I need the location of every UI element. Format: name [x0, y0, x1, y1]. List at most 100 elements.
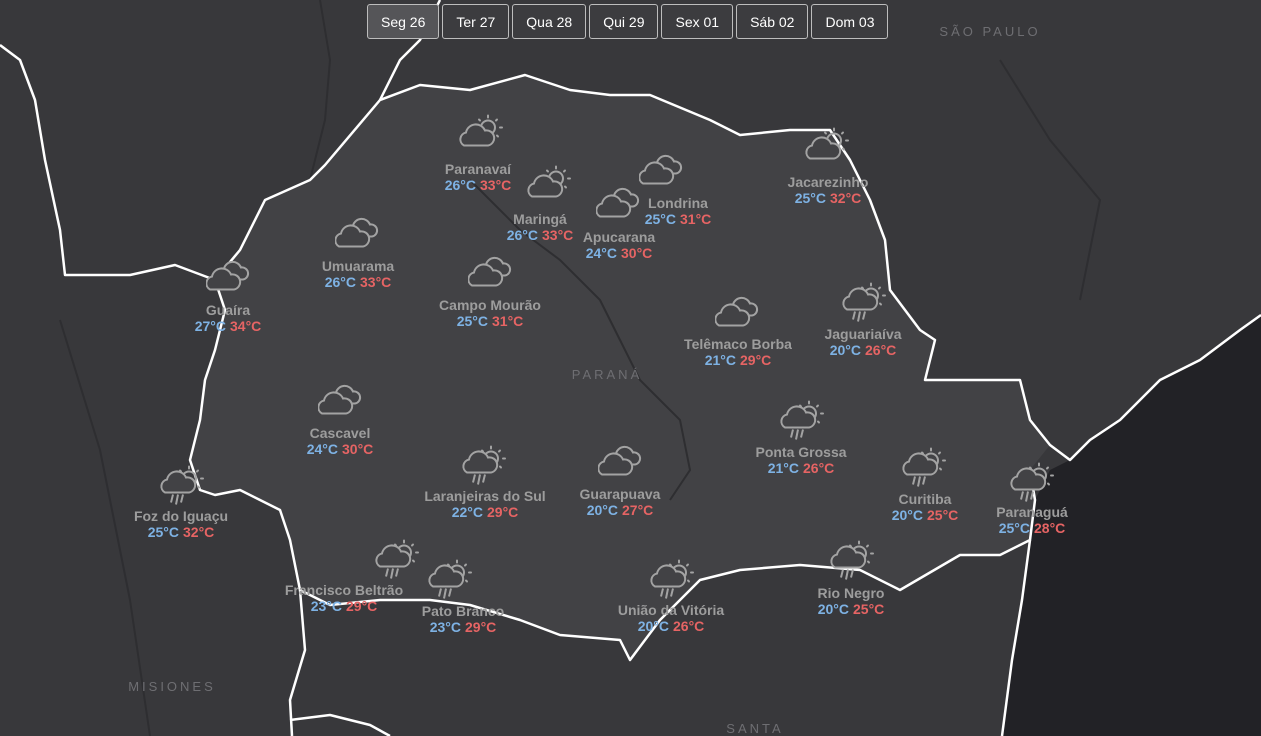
- city-forecast[interactable]: Cascavel 24°C 30°C: [307, 425, 374, 457]
- max-temp: 32°C: [830, 190, 862, 206]
- city-name: Cascavel: [309, 425, 371, 441]
- day-tab[interactable]: Sáb 02: [736, 4, 809, 39]
- city-name: Paranavaí: [444, 161, 512, 177]
- cloudy-icon: [467, 254, 516, 301]
- day-tabs: Seg 26 Ter 27 Qua 28 Qui 29 Sex 01 Sáb 02 Dom …: [367, 4, 889, 39]
- city-forecast[interactable]: Jaguariaíva 20°C 26°C: [824, 326, 901, 358]
- city-temps: 26°C 33°C: [322, 274, 394, 290]
- city-forecast[interactable]: Guarapuava 20°C 27°C: [580, 486, 661, 518]
- rain-sun-icon: [159, 465, 207, 512]
- cloudy-icon: [597, 443, 646, 490]
- min-temp: 27°C: [194, 318, 226, 334]
- city-name: Guaíra: [205, 302, 251, 318]
- city-forecast[interactable]: Apucarana 24°C 30°C: [583, 229, 655, 261]
- min-temp: 20°C: [637, 618, 669, 634]
- cloudy-icon: [638, 152, 687, 199]
- city-temps: 25°C 31°C: [439, 313, 541, 329]
- rain-sun-icon: [829, 540, 877, 587]
- city-forecast[interactable]: Telêmaco Borba 21°C 29°C: [684, 336, 792, 368]
- min-temp: 23°C: [310, 598, 342, 614]
- city-name: Foz do Iguaçu: [133, 508, 229, 524]
- city-name: Pato Branco: [421, 603, 505, 619]
- city-name: União da Vitória: [617, 602, 725, 618]
- min-temp: 25°C: [644, 211, 676, 227]
- max-temp: 30°C: [620, 245, 653, 261]
- min-temp: 23°C: [429, 619, 461, 635]
- city-forecast[interactable]: Laranjeiras do Sul 22°C 29°C: [424, 488, 545, 520]
- day-tab[interactable]: Dom 03: [811, 4, 889, 39]
- rain-sun-icon: [374, 539, 422, 586]
- day-tab[interactable]: Seg 26: [367, 4, 440, 39]
- city-forecast[interactable]: Curitiba 20°C 25°C: [892, 491, 959, 523]
- city-temps: 24°C 30°C: [583, 245, 655, 261]
- city-forecast[interactable]: Francisco Beltrão 23°C 29°C: [285, 582, 403, 614]
- city-forecast[interactable]: Ponta Grossa 21°C 26°C: [755, 444, 846, 476]
- city-temps: 20°C 26°C: [824, 342, 901, 358]
- cloudy-icon: [595, 185, 644, 232]
- city-temps: 21°C 29°C: [684, 352, 792, 368]
- max-temp: 33°C: [360, 274, 392, 290]
- city-name: Jaguariaíva: [824, 326, 902, 342]
- city-name: Maringá: [513, 211, 567, 227]
- cloudy-icon: [205, 258, 254, 305]
- city-name: Ponta Grossa: [755, 444, 847, 460]
- rain-sun-icon: [427, 559, 475, 606]
- min-temp: 25°C: [794, 190, 826, 206]
- max-temp: 25°C: [852, 601, 885, 617]
- city-forecast[interactable]: Pato Branco 23°C 29°C: [422, 603, 504, 635]
- city-forecast[interactable]: Umuarama 26°C 33°C: [322, 258, 394, 290]
- city-temps: 24°C 30°C: [307, 441, 374, 457]
- cloudy-icon: [334, 215, 383, 262]
- city-forecast[interactable]: Londrina 25°C 31°C: [645, 195, 712, 227]
- min-temp: 21°C: [704, 352, 736, 368]
- city-temps: 25°C 28°C: [996, 520, 1068, 536]
- max-temp: 28°C: [1034, 520, 1066, 536]
- partly-cloudy-icon: [526, 165, 574, 212]
- city-name: Guarapuava: [579, 486, 661, 502]
- min-temp: 20°C: [891, 507, 923, 523]
- partly-cloudy-icon: [804, 127, 852, 174]
- max-temp: 30°C: [342, 441, 374, 457]
- day-tab[interactable]: Qua 28: [512, 4, 587, 39]
- day-tab[interactable]: Sex 01: [661, 4, 734, 39]
- day-tab[interactable]: Qui 29: [589, 4, 659, 39]
- min-temp: 21°C: [767, 460, 799, 476]
- rain-sun-icon: [461, 445, 509, 492]
- city-forecast[interactable]: Paranavaí 26°C 33°C: [445, 161, 512, 193]
- cloudy-icon: [714, 294, 763, 341]
- partly-cloudy-icon: [458, 114, 506, 161]
- city-forecast[interactable]: Campo Mourão 25°C 31°C: [439, 297, 541, 329]
- city-forecast[interactable]: União da Vitória 20°C 26°C: [618, 602, 724, 634]
- city-forecast[interactable]: Paranaguá 25°C 28°C: [996, 504, 1068, 536]
- min-temp: 24°C: [306, 441, 338, 457]
- rain-sun-icon: [841, 282, 889, 329]
- region-label: SÃO PAULO: [939, 24, 1041, 39]
- max-temp: 32°C: [182, 524, 215, 540]
- rain-sun-icon: [649, 559, 697, 606]
- city-temps: 25°C 31°C: [645, 211, 712, 227]
- city-forecast[interactable]: Jacarezinho 25°C 32°C: [788, 174, 869, 206]
- max-temp: 33°C: [542, 227, 574, 243]
- max-temp: 33°C: [480, 177, 512, 193]
- min-temp: 25°C: [147, 524, 179, 540]
- city-forecast[interactable]: Maringá 26°C 33°C: [507, 211, 574, 243]
- city-temps: 26°C 33°C: [445, 177, 512, 193]
- max-temp: 29°C: [487, 504, 519, 520]
- cloudy-icon: [317, 382, 366, 429]
- rain-sun-icon: [901, 447, 949, 494]
- city-forecast[interactable]: Guaíra 27°C 34°C: [195, 302, 262, 334]
- city-name: Campo Mourão: [439, 297, 541, 313]
- max-temp: 26°C: [803, 460, 835, 476]
- city-forecast[interactable]: Rio Negro 20°C 25°C: [818, 585, 885, 617]
- day-tab[interactable]: Ter 27: [442, 4, 510, 39]
- max-temp: 31°C: [680, 211, 712, 227]
- city-temps: 20°C 25°C: [818, 601, 885, 617]
- min-temp: 25°C: [456, 313, 488, 329]
- min-temp: 26°C: [506, 227, 538, 243]
- city-forecast[interactable]: Foz do Iguaçu 25°C 32°C: [134, 508, 228, 540]
- min-temp: 25°C: [998, 520, 1030, 536]
- city-name: Rio Negro: [817, 585, 885, 601]
- city-temps: 20°C 27°C: [580, 502, 661, 518]
- max-temp: 25°C: [927, 507, 959, 523]
- city-name: Paranaguá: [996, 504, 1068, 520]
